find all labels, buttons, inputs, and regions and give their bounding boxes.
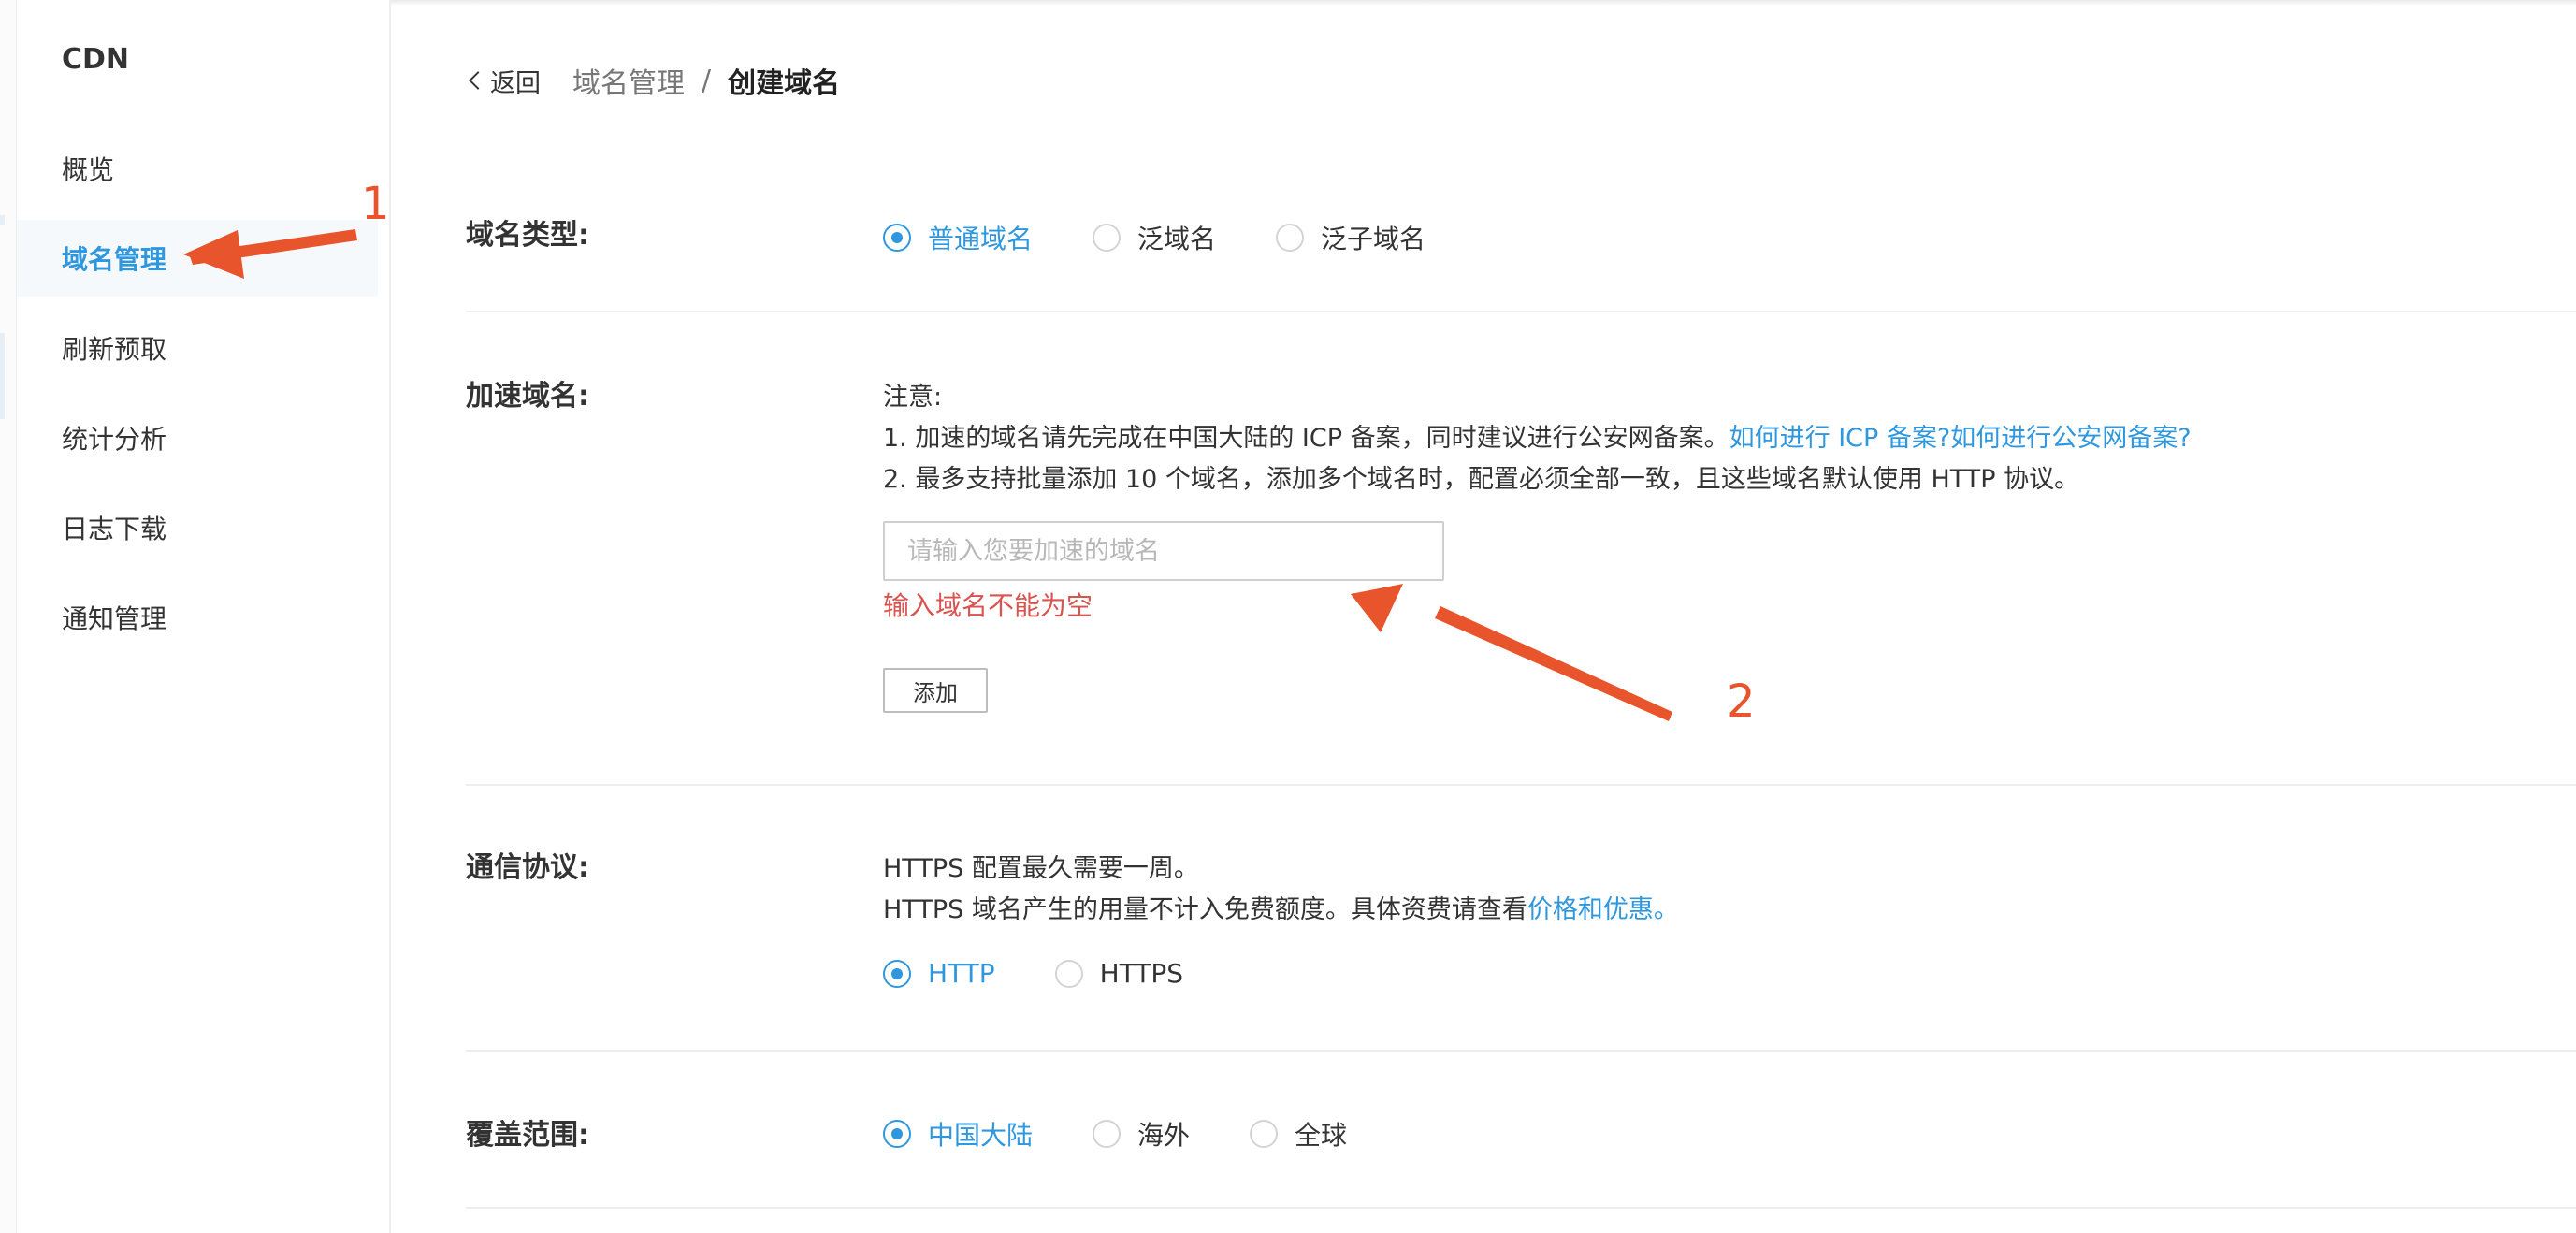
add-button[interactable]: 添加: [883, 668, 988, 713]
sidebar-item-label: 日志下载: [62, 514, 167, 544]
icp-filing-link[interactable]: 如何进行 ICP 备案?: [1729, 424, 1951, 453]
radio-label: 中国大陆: [928, 1120, 1034, 1151]
protocol-radio-group: HTTP HTTPS: [883, 958, 1243, 989]
divider: [466, 1207, 2576, 1209]
divider: [466, 311, 2576, 312]
radio-unchecked-icon: [1054, 959, 1083, 988]
sidebar-item-label: 统计分析: [62, 424, 167, 455]
sidebar-item-domain-management[interactable]: 域名管理: [17, 220, 378, 297]
annotation-number-1: 1: [361, 178, 390, 230]
radio-label: HTTPS: [1099, 958, 1184, 989]
radio-label: HTTP: [928, 958, 995, 989]
back-label: 返回: [490, 68, 541, 98]
protocol-label: 通信协议:: [466, 851, 589, 884]
radio-global[interactable]: 全球: [1250, 1115, 1347, 1153]
sidebar-item-refresh-prefetch[interactable]: 刷新预取: [17, 310, 378, 386]
breadcrumb-separator: /: [702, 64, 712, 97]
radio-http[interactable]: HTTP: [883, 958, 995, 989]
accelerated-domain-label: 加速域名:: [466, 380, 589, 413]
radio-mainland-china[interactable]: 中国大陆: [883, 1115, 1033, 1153]
radio-normal-domain[interactable]: 普通域名: [883, 219, 1033, 256]
divider: [466, 784, 2576, 786]
pricing-link[interactable]: 价格和优惠。: [1527, 895, 1679, 924]
radio-https[interactable]: HTTPS: [1054, 958, 1184, 989]
sidebar-item-label: 域名管理: [62, 244, 167, 275]
radio-unchecked-icon: [1093, 224, 1122, 252]
sidebar-item-label: 通知管理: [62, 603, 167, 634]
back-link[interactable]: 返回: [466, 63, 541, 99]
sidebar-item-statistics[interactable]: 统计分析: [17, 399, 378, 476]
radio-label: 泛域名: [1137, 224, 1217, 254]
sidebar-item-label: 概览: [62, 154, 115, 185]
police-filing-link[interactable]: 如何进行公安网备案?: [1950, 424, 2191, 453]
note-title: 注意:: [883, 383, 943, 412]
radio-wildcard-subdomain[interactable]: 泛子域名: [1276, 219, 1425, 256]
radio-label: 全球: [1295, 1120, 1348, 1151]
sidebar-item-log-download[interactable]: 日志下载: [17, 489, 378, 566]
radio-unchecked-icon: [1093, 1120, 1122, 1148]
page: CDN 概览 域名管理 刷新预取 统计分析 日志下载 通知管理 返回 域名管理 …: [0, 0, 2576, 1233]
sidebar: CDN 概览 域名管理 刷新预取 统计分析 日志下载 通知管理: [0, 0, 391, 1233]
note-line-2: 2. 最多支持批量添加 10 个域名，添加多个域名时，配置必须全部一致，且这些域…: [883, 465, 2080, 494]
chevron-left-icon: [469, 71, 487, 90]
sidebar-item-label: 刷新预取: [62, 334, 167, 365]
sidebar-title: CDN: [62, 43, 130, 76]
radio-label: 普通域名: [928, 224, 1034, 254]
protocol-note-1: HTTPS 配置最久需要一周。: [883, 854, 1199, 883]
radio-overseas[interactable]: 海外: [1093, 1115, 1190, 1153]
domain-error-message: 输入域名不能为空: [883, 590, 1093, 621]
domain-type-radio-group: 普通域名 泛域名 泛子域名: [883, 219, 1485, 256]
radio-label: 海外: [1137, 1120, 1191, 1151]
protocol-note-2: HTTPS 域名产生的用量不计入免费额度。具体资费请查看价格和优惠。: [883, 889, 1679, 925]
note-line-1: 1. 加速的域名请先完成在中国大陆的 ICP 备案，同时建议进行公安网备案。如何…: [883, 417, 2192, 454]
radio-wildcard-domain[interactable]: 泛域名: [1093, 219, 1216, 256]
gutter-mark: [0, 215, 5, 225]
gutter-mark: [0, 333, 5, 419]
divider: [466, 1050, 2576, 1052]
radio-checked-icon: [883, 959, 911, 988]
radio-checked-icon: [883, 224, 911, 252]
radio-checked-icon: [883, 1120, 911, 1148]
left-gutter: [0, 0, 17, 1233]
radio-label: 泛子域名: [1321, 224, 1426, 254]
arrow-2-icon: [1351, 584, 1672, 721]
coverage-radio-group: 中国大陆 海外 全球: [883, 1115, 1407, 1153]
sidebar-item-notifications[interactable]: 通知管理: [17, 579, 378, 656]
note-line-1-text: 1. 加速的域名请先完成在中国大陆的 ICP 备案，同时建议进行公安网备案。: [883, 424, 1729, 453]
breadcrumb-parent-link[interactable]: 域名管理: [572, 60, 685, 101]
domain-type-label: 域名类型:: [466, 219, 589, 252]
domain-input[interactable]: [883, 521, 1444, 581]
radio-unchecked-icon: [1276, 224, 1305, 252]
coverage-label: 覆盖范围:: [466, 1119, 589, 1152]
annotation-number-2: 2: [1727, 675, 1756, 728]
sidebar-item-overview[interactable]: 概览: [17, 130, 378, 207]
radio-unchecked-icon: [1250, 1120, 1279, 1148]
breadcrumb: 返回 域名管理 / 创建域名: [466, 60, 840, 101]
protocol-note-2-text: HTTPS 域名产生的用量不计入免费额度。具体资费请查看: [883, 895, 1527, 924]
page-title: 创建域名: [728, 67, 841, 100]
